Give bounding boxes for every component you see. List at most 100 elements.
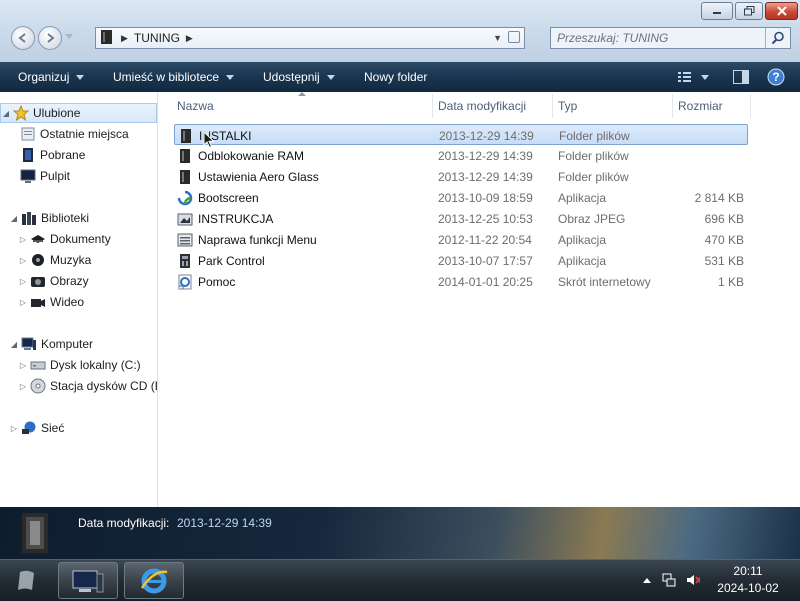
table-row[interactable]: Ustawienia Aero Glass 2013-12-29 14:39 Fol… [174, 166, 748, 187]
recent-pages-dropdown[interactable] [65, 34, 73, 39]
table-row[interactable]: Bootscreen 2013-10-09 18:59 Aplikacja 2 814… [174, 187, 748, 208]
column-header-size[interactable]: Rozmiar [678, 96, 723, 116]
file-size: 696 KB [704, 211, 744, 226]
file-date: 2013-12-25 10:53 [438, 211, 533, 226]
chevron-up-icon [643, 578, 651, 583]
network-icon [21, 420, 37, 436]
star-icon [13, 105, 29, 121]
minimize-button[interactable] [701, 2, 733, 20]
column-divider[interactable] [750, 94, 751, 118]
speaker-muted-icon [687, 575, 700, 585]
nav-item-local-disk[interactable]: ▷ Dysk lokalny (C:) [18, 355, 141, 375]
nav-item-label: Obrazy [50, 274, 89, 288]
nav-network[interactable]: ▷ Sieć [9, 418, 64, 438]
nav-libraries[interactable]: ◢ Biblioteki [9, 208, 89, 228]
refresh-icon[interactable] [508, 31, 520, 43]
chevron-right-icon[interactable]: ▷ [18, 256, 28, 265]
explorer-icon [72, 570, 104, 592]
file-size: 1 KB [717, 274, 744, 289]
file-type: Aplikacja [558, 253, 607, 268]
file-name: Ustawienia Aero Glass [198, 169, 319, 184]
column-header-date[interactable]: Data modyfikacji [438, 96, 526, 116]
chevron-right-icon[interactable]: ▶ [186, 33, 193, 44]
file-size [674, 166, 744, 187]
column-header-type[interactable]: Typ [558, 96, 577, 116]
expander-icon[interactable]: ◢ [1, 109, 11, 118]
nav-item-label: Dysk lokalny (C:) [50, 358, 141, 372]
share-button[interactable]: Udostępnij [263, 62, 335, 92]
help-button[interactable]: ? [767, 62, 785, 92]
taskbar-ie-button[interactable] [124, 562, 184, 599]
new-folder-button[interactable]: Nowy folder [364, 62, 427, 92]
nav-item-recent-places[interactable]: Ostatnie miejsca [18, 124, 129, 144]
file-type: Obraz JPEG [558, 211, 626, 226]
table-row[interactable]: INSTRUKCJA 2013-12-25 10:53 Obraz JPEG 696 … [174, 208, 748, 229]
nav-item-downloads[interactable]: Pobrane [18, 145, 85, 165]
expander-icon[interactable]: ◢ [9, 340, 19, 349]
taskbar: 20:11 2024-10-02 [0, 559, 800, 601]
search-button[interactable] [765, 28, 790, 48]
nav-favorites[interactable]: ◢ Ulubione [0, 103, 157, 123]
network-status-button[interactable] [662, 573, 676, 587]
organize-button[interactable]: Organizuj [18, 62, 85, 92]
nav-item-pictures[interactable]: ▷ Obrazy [18, 271, 89, 291]
file-type: Aplikacja [558, 232, 607, 247]
window-titlebar: ▶ TUNING ▶ ▼ Przeszukaj: TUNING [0, 0, 800, 62]
jpeg-image-icon [177, 213, 193, 226]
svg-text:?: ? [772, 70, 779, 84]
table-row[interactable]: Pomoc 2014-01-01 20:25 Skrót internetowy 1 … [174, 271, 748, 292]
table-row[interactable]: Naprawa funkcji Menu 2012-11-22 20:54 Apli… [174, 229, 748, 250]
start-button[interactable] [6, 563, 48, 599]
table-row[interactable]: Park Control 2013-10-07 17:57 Aplikacja 531… [174, 250, 748, 271]
app-park-control-icon [180, 254, 190, 268]
help-icon: ? [767, 68, 785, 86]
chevron-right-icon[interactable]: ▶ [121, 33, 128, 44]
column-divider[interactable] [432, 94, 433, 118]
chevron-right-icon[interactable]: ▷ [18, 235, 28, 244]
column-divider[interactable] [552, 94, 553, 118]
view-options-button[interactable] [677, 62, 709, 92]
include-in-library-button[interactable]: Umieść w bibliotece [113, 62, 235, 92]
preview-pane-button[interactable] [733, 62, 749, 92]
file-type: Folder plików [559, 128, 630, 143]
nav-item-music[interactable]: ▷ Muzyka [18, 250, 91, 270]
file-size [675, 125, 745, 146]
chevron-right-icon[interactable]: ▷ [18, 277, 28, 286]
forward-button[interactable] [38, 26, 62, 50]
search-box[interactable]: Przeszukaj: TUNING [550, 27, 791, 49]
file-list-pane: Nazwa Data modyfikacji Typ Rozmiar INSTA… [158, 92, 800, 507]
chevron-down-icon[interactable]: ▼ [493, 33, 502, 43]
camera-icon [30, 273, 46, 289]
address-bar[interactable]: ▶ TUNING ▶ ▼ [95, 27, 525, 49]
chevron-right-icon[interactable]: ▷ [9, 424, 19, 433]
volume-button[interactable] [686, 573, 700, 587]
view-list-icon [678, 72, 691, 82]
close-button[interactable] [765, 2, 798, 20]
search-input[interactable]: Przeszukaj: TUNING [551, 31, 668, 45]
back-button[interactable] [11, 26, 35, 50]
nav-libraries-label: Biblioteki [41, 211, 90, 225]
table-row[interactable]: Odblokowanie RAM 2013-12-29 14:39 Folder p… [174, 145, 748, 166]
show-hidden-icons-button[interactable] [640, 573, 654, 587]
expander-icon[interactable]: ◢ [9, 214, 19, 223]
chevron-right-icon[interactable]: ▷ [18, 382, 28, 391]
restore-icon [743, 6, 754, 16]
clock[interactable]: 20:11 2024-10-02 [708, 563, 788, 597]
nav-item-cd-drive[interactable]: ▷ Stacja dysków CD (D [18, 376, 157, 396]
sort-ascending-icon [298, 92, 306, 96]
maximize-button[interactable] [735, 2, 763, 20]
table-row[interactable]: INSTALKI 2013-12-29 14:39 Folder plików [174, 124, 748, 145]
column-divider[interactable] [672, 94, 673, 118]
nav-item-desktop[interactable]: Pulpit [18, 166, 70, 186]
file-size: 470 KB [704, 232, 744, 247]
nav-computer[interactable]: ◢ Komputer [9, 334, 93, 354]
preview-pane-icon [733, 70, 749, 84]
breadcrumb-tuning[interactable]: TUNING [134, 31, 180, 45]
app-bootscreen-icon [177, 190, 193, 206]
taskbar-explorer-button[interactable] [58, 562, 118, 599]
chevron-right-icon[interactable]: ▷ [18, 361, 28, 370]
column-header-name[interactable]: Nazwa [177, 96, 214, 116]
nav-item-video[interactable]: ▷ Wideo [18, 292, 84, 312]
nav-item-documents[interactable]: ▷ Dokumenty [18, 229, 111, 249]
chevron-right-icon[interactable]: ▷ [18, 298, 28, 307]
